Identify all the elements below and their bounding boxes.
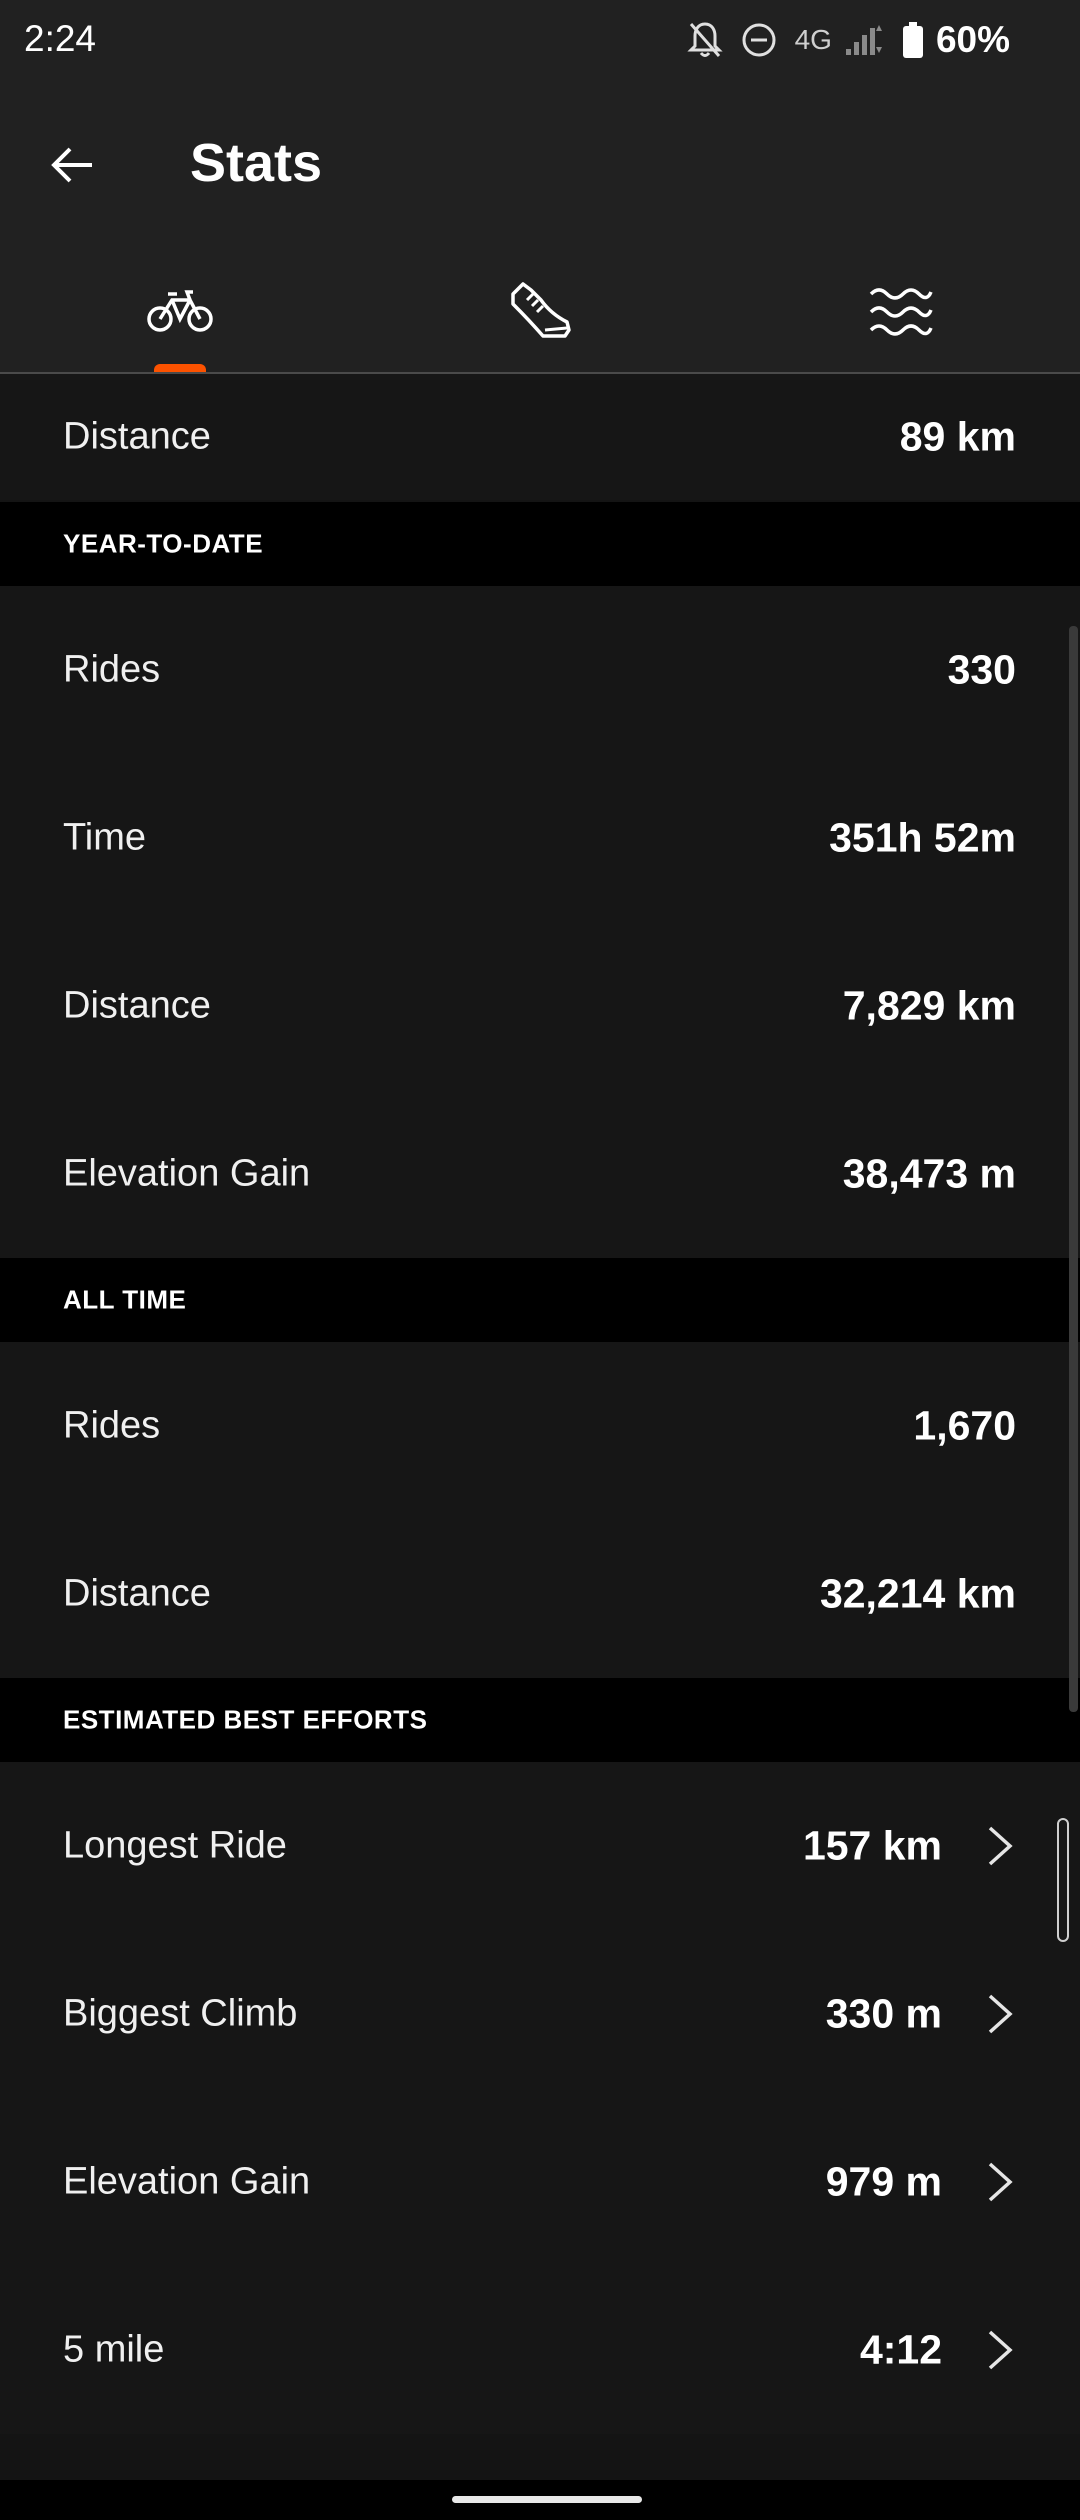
row-value: 979 m: [825, 2158, 942, 2205]
tab-ride[interactable]: [0, 250, 360, 372]
row-value: 157 km: [802, 1822, 942, 1869]
back-button[interactable]: [40, 133, 104, 197]
selected-tab-indicator: [154, 364, 206, 372]
ytd-distance-row: Distance 7,829 km: [0, 922, 1080, 1090]
row-label: Longest Ride: [63, 1824, 287, 1867]
page-title: Stats: [190, 133, 323, 193]
battery-percent: 60%: [935, 19, 1010, 60]
ytd-elevation-row: Elevation Gain 38,473 m: [0, 1090, 1080, 1258]
chevron-right-icon: [988, 2330, 1013, 2370]
best-effort-elevation-gain[interactable]: Elevation Gain 979 m: [0, 2098, 1080, 2266]
shoe-icon: [511, 282, 571, 338]
best-effort-longest-ride[interactable]: Longest Ride 157 km: [0, 1762, 1080, 1930]
row-value: 4:12: [859, 2326, 942, 2373]
recent-distance-row: Distance 89 km: [0, 374, 1080, 500]
all-time-rides-row: Rides 1,670: [0, 1342, 1080, 1510]
row-label: Rides: [63, 1404, 161, 1447]
row-value: 38,473 m: [842, 1150, 1016, 1197]
waves-icon: [869, 288, 933, 336]
best-effort-5-mile[interactable]: 5 mile 4:12: [0, 2266, 1080, 2434]
signal-icon: [844, 23, 884, 57]
bike-icon: [147, 290, 213, 332]
app-bar: Stats: [0, 80, 1080, 250]
section-header-all-time: ALL TIME: [0, 1258, 1080, 1342]
row-label: 5 mile: [63, 2328, 165, 2371]
battery-icon: [902, 21, 924, 59]
network-type: 4G: [794, 24, 832, 55]
ytd-time-row: Time 351h 52m: [0, 754, 1080, 922]
tab-run[interactable]: [360, 250, 720, 372]
row-label: Rides: [63, 648, 161, 691]
stats-list[interactable]: Distance 89 km YEAR-TO-DATE Rides 330 Ti…: [0, 374, 1080, 2480]
status-icons: 4G 60%: [686, 16, 1010, 64]
row-label: Time: [63, 816, 147, 859]
row-label: Distance: [63, 415, 211, 458]
section-title: ESTIMATED BEST EFFORTS: [63, 1704, 428, 1735]
ytd-rides-row: Rides 330: [0, 586, 1080, 754]
tab-swim[interactable]: [720, 250, 1080, 372]
row-value: 89 km: [899, 413, 1016, 460]
row-label: Biggest Climb: [63, 1992, 298, 2035]
section-header-best-efforts: ESTIMATED BEST EFFORTS: [0, 1678, 1080, 1762]
row-value: 330: [947, 646, 1016, 693]
chevron-right-icon: [988, 1826, 1013, 1866]
scrollbar-track[interactable]: [1069, 626, 1078, 1712]
chevron-right-icon: [988, 2162, 1013, 2202]
row-label: Elevation Gain: [63, 1152, 311, 1195]
chevron-right-icon: [988, 1994, 1013, 2034]
gesture-nav-bar: [0, 2480, 1080, 2520]
section-title: ALL TIME: [63, 1284, 187, 1315]
best-effort-biggest-climb[interactable]: Biggest Climb 330 m: [0, 1930, 1080, 2098]
scrollbar-thumb[interactable]: [1057, 1818, 1069, 1942]
do-not-disturb-icon: [741, 22, 777, 58]
sport-tab-bar: [0, 250, 1080, 374]
status-time: 2:24: [24, 18, 97, 59]
row-label: Distance: [63, 1572, 211, 1615]
row-value: 330 m: [825, 1990, 942, 2037]
row-label: Elevation Gain: [63, 2160, 311, 2203]
status-bar: 2:24 4G 60%: [0, 0, 1080, 80]
all-time-distance-row: Distance 32,214 km: [0, 1510, 1080, 1678]
section-title: YEAR-TO-DATE: [63, 528, 264, 559]
notifications-off-icon: [686, 20, 723, 60]
section-header-ytd: YEAR-TO-DATE: [0, 502, 1080, 586]
row-value: 351h 52m: [829, 814, 1016, 861]
home-indicator[interactable]: [452, 2496, 642, 2503]
arrow-left-icon: [51, 147, 92, 183]
row-value: 7,829 km: [842, 982, 1016, 1029]
row-label: Distance: [63, 984, 211, 1027]
row-value: 1,670: [913, 1402, 1016, 1449]
row-value: 32,214 km: [819, 1570, 1016, 1617]
